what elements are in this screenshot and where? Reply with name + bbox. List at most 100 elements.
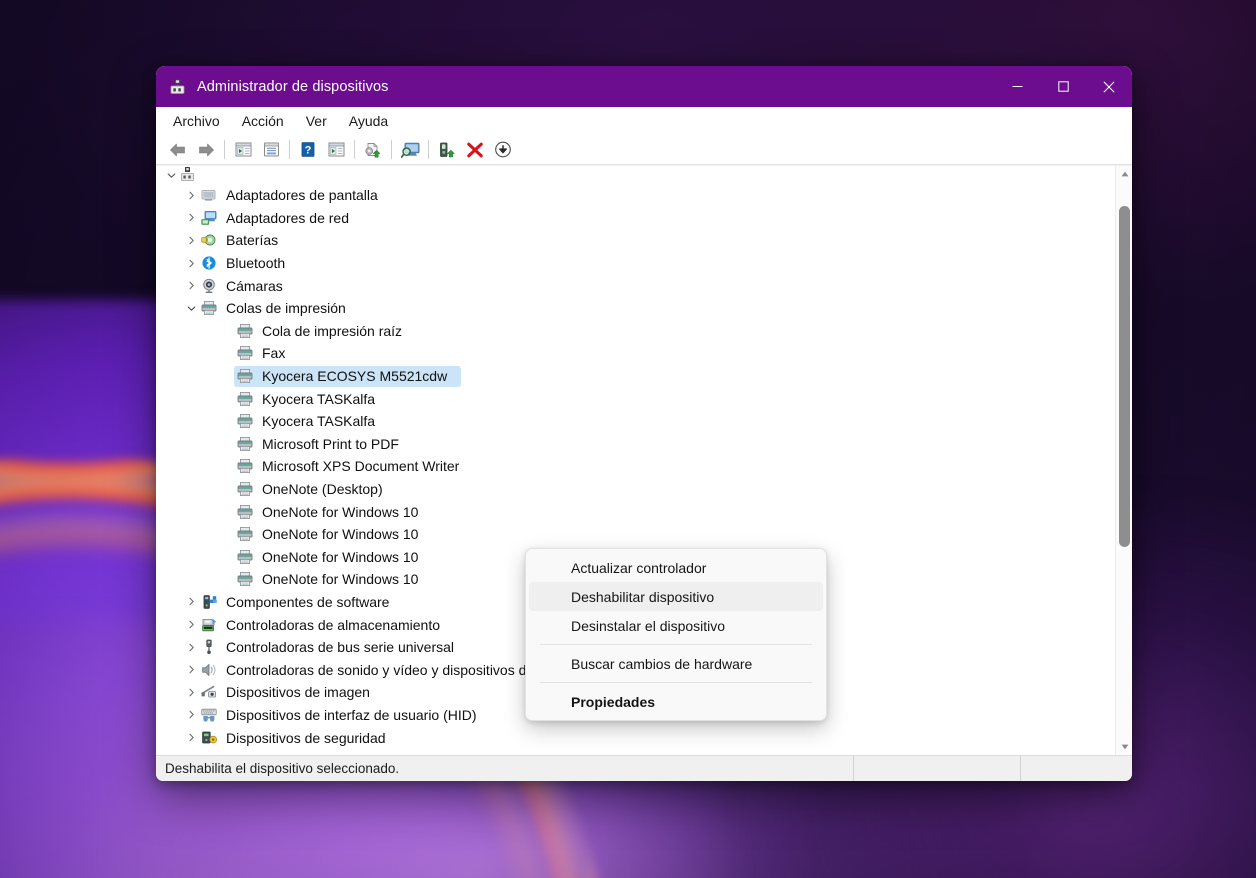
tree-item-content[interactable]: Dispositivos de seguridad [198,727,400,748]
title-bar-left: Administrador de dispositivos [156,78,994,95]
chevron-down-icon[interactable] [164,166,178,186]
chevron-right-icon[interactable] [184,184,198,206]
scroll-up-arrow[interactable] [1116,166,1132,182]
vertical-scrollbar[interactable] [1115,166,1132,755]
tree-item-0[interactable]: Adaptadores de pantalla [156,184,1115,207]
printer-icon [236,457,255,475]
chevron-right-icon[interactable] [184,275,198,297]
tree-item-14[interactable]: OneNote for Windows 10 [156,500,1115,523]
properties-icon[interactable] [257,137,285,163]
tree-item-4[interactable]: Cámaras [156,274,1115,297]
tree-item-6[interactable]: Cola de impresión raíz [156,320,1115,343]
tree-item-2[interactable]: Baterías [156,229,1115,252]
context-menu-item-6[interactable]: Propiedades [529,687,823,716]
maximize-button[interactable] [1040,66,1086,107]
tree-item-content[interactable]: Microsoft XPS Document Writer [234,456,473,477]
printer-icon [236,412,255,430]
status-pane-2 [853,755,1020,781]
menu-ver[interactable]: Ver [296,110,337,132]
title-bar[interactable]: Administrador de dispositivos [156,66,1132,107]
chevron-right-icon[interactable] [184,614,198,636]
tree-item-content[interactable]: Adaptadores de red [198,207,363,228]
tree-item-label: Microsoft XPS Document Writer [262,458,460,475]
minimize-button[interactable] [994,66,1040,107]
chevron-right-icon[interactable] [184,659,198,681]
chevron-down-icon[interactable] [184,297,198,319]
tree-item-content[interactable]: Adaptadores de pantalla [198,185,392,206]
tree-item-content[interactable]: Microsoft Print to PDF [234,433,413,454]
tree-item-content[interactable]: Kyocera TASKalfa [234,411,389,432]
scrollbar-thumb[interactable] [1119,205,1130,548]
chevron-right-icon[interactable] [184,636,198,658]
tree-item-content[interactable]: Bluetooth [198,253,299,274]
tree-item-label: Dispositivos de interfaz de usuario (HID… [226,706,477,723]
chevron-right-icon[interactable] [184,207,198,229]
battery-icon [200,231,219,249]
tree-item-content[interactable]: Cámaras [198,275,297,296]
tree-item-content[interactable]: OneNote (Desktop) [234,479,397,500]
tree-root-row[interactable] [156,166,1115,184]
chevron-right-icon[interactable] [184,681,198,703]
tree-item-13[interactable]: OneNote (Desktop) [156,478,1115,501]
close-button[interactable] [1086,66,1132,107]
show-hide-console-tree-icon[interactable] [229,137,257,163]
uninstall-device-icon[interactable] [461,137,489,163]
tree-item-content[interactable]: Dispositivos de imagen [198,682,384,703]
printer-icon [236,435,255,453]
context-menu-item-0[interactable]: Actualizar controlador [529,553,823,582]
tree-item-content[interactable]: Baterías [198,230,292,251]
imaging-device-icon [200,683,219,701]
chevron-right-icon[interactable] [184,591,198,613]
chevron-right-icon[interactable] [184,727,198,749]
tree-item-7[interactable]: Fax [156,342,1115,365]
tree-item-content[interactable]: OneNote for Windows 10 [234,569,432,590]
tree-item-content[interactable]: OneNote for Windows 10 [234,546,432,567]
tree-item-5[interactable]: Colas de impresión [156,297,1115,320]
tree-item-label: OneNote for Windows 10 [262,526,419,543]
hid-device-icon [200,706,219,724]
context-menu-item-4[interactable]: Buscar cambios de hardware [529,649,823,678]
chevron-right-icon[interactable] [184,252,198,274]
enable-device-icon[interactable] [433,137,461,163]
tree-item-content[interactable]: Kyocera ECOSYS M5521cdw [234,365,462,387]
tree-item-content[interactable]: Kyocera TASKalfa [234,388,389,409]
disable-device-icon[interactable] [489,137,517,163]
tree-item-10[interactable]: Kyocera TASKalfa [156,410,1115,433]
tree-item-3[interactable]: Bluetooth [156,252,1115,275]
help-icon[interactable]: ? [294,137,322,163]
tree-item-9[interactable]: Kyocera TASKalfa [156,387,1115,410]
tree-item-12[interactable]: Microsoft XPS Document Writer [156,455,1115,478]
context-menu-item-1[interactable]: Deshabilitar dispositivo [529,582,823,611]
tree-item-24[interactable]: Dispositivos de seguridad [156,726,1115,749]
update-driver-icon[interactable] [359,137,387,163]
tree-item-content[interactable]: Dispositivos de interfaz de usuario (HID… [198,704,491,725]
tree-item-content[interactable]: Colas de impresión [198,298,360,319]
tree-item-content[interactable]: OneNote for Windows 10 [234,524,432,545]
tree-item-1[interactable]: Adaptadores de red [156,207,1115,230]
tree-item-content[interactable]: OneNote for Windows 10 [234,501,432,522]
tree-item-content[interactable]: Controladoras de almacenamiento [198,614,454,635]
menu-ayuda[interactable]: Ayuda [339,110,398,132]
tree-item-content[interactable]: Controladoras de bus serie universal [198,637,468,658]
chevron-right-icon[interactable] [184,704,198,726]
chevron-right-icon[interactable] [184,229,198,251]
context-menu[interactable]: Actualizar controlador Deshabilitar dispo… [525,548,827,721]
forward-icon[interactable] [192,137,220,163]
tree-item-15[interactable]: OneNote for Windows 10 [156,523,1115,546]
tree-item-label: Adaptadores de red [226,209,349,226]
show-hide-action-pane-icon[interactable] [322,137,350,163]
scan-hardware-changes-icon[interactable] [396,137,424,163]
window-controls [994,66,1132,107]
tree-item-content[interactable]: Fax [234,343,299,364]
menu-archivo[interactable]: Archivo [163,110,230,132]
tree-item-selected[interactable]: Kyocera ECOSYS M5521cdw [156,365,1115,388]
tree-item-content[interactable]: Cola de impresión raíz [234,320,416,341]
menu-accion[interactable]: Acción [232,110,294,132]
tree-item-content[interactable]: Componentes de software [198,591,403,612]
scroll-down-arrow[interactable] [1116,739,1132,755]
back-icon[interactable] [164,137,192,163]
context-menu-item-2[interactable]: Desinstalar el dispositivo [529,611,823,640]
tree-item-11[interactable]: Microsoft Print to PDF [156,433,1115,456]
